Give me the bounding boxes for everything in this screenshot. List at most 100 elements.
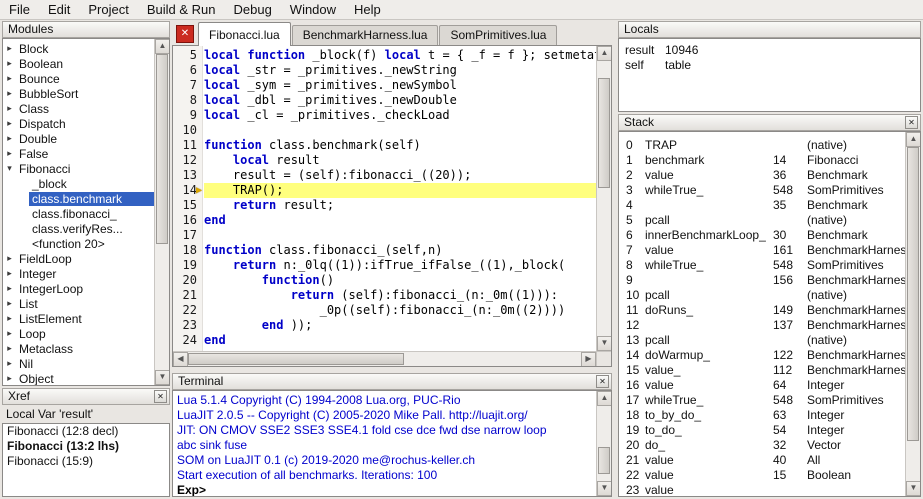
code-line[interactable]: result = (self):fibonacci_((20)); <box>204 168 596 183</box>
tree-item-bounce[interactable]: ▸ Bounce <box>3 71 154 86</box>
tree-item-class[interactable]: ▸ Class <box>3 101 154 116</box>
stack-frame-row[interactable]: 9 156 BenchmarkHarness <box>619 272 905 287</box>
stack-frame-row[interactable]: 19 to_do_ 54 Integer <box>619 422 905 437</box>
code-line[interactable]: function class.benchmark(self) <box>204 138 596 153</box>
tree-collapsed-icon[interactable]: ▸ <box>3 88 16 99</box>
code-line[interactable]: return result; <box>204 198 596 213</box>
close-stack-button[interactable]: ✕ <box>905 116 918 129</box>
stack-frame-row[interactable]: 20 do_ 32 Vector <box>619 437 905 452</box>
scroll-right-button[interactable]: ▶ <box>581 352 596 366</box>
code-line[interactable] <box>204 123 596 138</box>
editor-code-area[interactable]: local function _block(f) local t = { _f … <box>204 46 596 351</box>
tree-item-integer[interactable]: ▸ Integer <box>3 266 154 281</box>
tree-item-object[interactable]: ▸ Object <box>3 371 154 386</box>
locals-row[interactable]: self table <box>619 57 920 72</box>
tree-item-metaclass[interactable]: ▸ Metaclass <box>3 341 154 356</box>
tree-collapsed-icon[interactable]: ▸ <box>3 118 16 129</box>
gutter-line-number[interactable]: 16 <box>173 213 202 228</box>
tree-item-fieldloop[interactable]: ▸ FieldLoop <box>3 251 154 266</box>
scrollbar-track[interactable] <box>906 147 920 481</box>
modules-scrollbar[interactable]: ▲ ▼ <box>154 39 169 385</box>
editor-hscrollbar[interactable]: ◀ ▶ <box>173 351 596 366</box>
stack-frame-row[interactable]: 10 pcall (native) <box>619 287 905 302</box>
xref-panel-titlebar[interactable]: Xref ✕ <box>2 388 170 405</box>
code-line[interactable]: end <box>204 213 596 228</box>
gutter-line-number[interactable]: 14 ▶ <box>173 183 202 198</box>
tree-collapsed-icon[interactable]: ▸ <box>3 103 16 114</box>
scroll-left-button[interactable]: ◀ <box>173 352 188 366</box>
code-line[interactable]: local _dbl = _primitives._newDouble <box>204 93 596 108</box>
xref-item[interactable]: Fibonacci (12:8 decl) <box>3 424 169 439</box>
tree-collapsed-icon[interactable]: ▸ <box>3 133 16 144</box>
stack-frame-row[interactable]: 15 value_ 112 BenchmarkHarness <box>619 362 905 377</box>
gutter-line-number[interactable]: 9 <box>173 108 202 123</box>
tab-somprimitives-lua[interactable]: SomPrimitives.lua <box>439 25 558 45</box>
tree-item-double[interactable]: ▸ Double <box>3 131 154 146</box>
tab-benchmarkharness-lua[interactable]: BenchmarkHarness.lua <box>291 25 439 45</box>
code-line[interactable]: end )); <box>204 318 596 333</box>
menu-item-edit[interactable]: Edit <box>39 0 79 19</box>
tree-collapsed-icon[interactable]: ▸ <box>3 298 16 309</box>
tree-item-class-benchmark[interactable]: class.benchmark <box>3 191 154 206</box>
stack-frame-row[interactable]: 5 pcall (native) <box>619 212 905 227</box>
tree-collapsed-icon[interactable]: ▸ <box>3 73 16 84</box>
tree-item-class-fibonacci[interactable]: class.fibonacci_ <box>3 206 154 221</box>
scrollbar-thumb[interactable] <box>907 147 919 441</box>
tree-item-boolean[interactable]: ▸ Boolean <box>3 56 154 71</box>
scrollbar-track[interactable] <box>597 406 611 481</box>
stack-frame-row[interactable]: 7 value 161 BenchmarkHarness <box>619 242 905 257</box>
tree-item-block[interactable]: _block <box>3 176 154 191</box>
close-document-button[interactable]: ✕ <box>176 25 194 43</box>
gutter-line-number[interactable]: 23 <box>173 318 202 333</box>
gutter-line-number[interactable]: 22 <box>173 303 202 318</box>
tab-fibonacci-lua[interactable]: Fibonacci.lua <box>198 22 291 46</box>
stack-scrollbar[interactable]: ▲ ▼ <box>905 132 920 496</box>
tree-collapsed-icon[interactable]: ▸ <box>3 373 16 384</box>
tree-item-bubblesort[interactable]: ▸ BubbleSort <box>3 86 154 101</box>
code-line[interactable]: local _sym = _primitives._newSymbol <box>204 78 596 93</box>
stack-panel-titlebar[interactable]: Stack ✕ <box>618 114 921 131</box>
terminal-scrollbar[interactable]: ▲ ▼ <box>596 391 611 496</box>
gutter-line-number[interactable]: 21 <box>173 288 202 303</box>
stack-frame-row[interactable]: 17 whileTrue_ 548 SomPrimitives <box>619 392 905 407</box>
code-line[interactable]: local _cl = _primitives._checkLoad <box>204 108 596 123</box>
stack-frame-row[interactable]: 18 to_by_do_ 63 Integer <box>619 407 905 422</box>
stack-frame-row[interactable]: 21 value 40 All <box>619 452 905 467</box>
gutter-line-number[interactable]: 12 <box>173 153 202 168</box>
scrollbar-track[interactable] <box>155 54 169 370</box>
tree-item-integerloop[interactable]: ▸ IntegerLoop <box>3 281 154 296</box>
gutter-line-number[interactable]: 19 <box>173 258 202 273</box>
menu-item-file[interactable]: File <box>0 0 39 19</box>
scroll-up-button[interactable]: ▲ <box>155 39 169 54</box>
scrollbar-thumb[interactable] <box>598 447 610 474</box>
terminal-output[interactable]: Lua 5.1.4 Copyright (C) 1994-2008 Lua.or… <box>173 391 596 496</box>
stack-frame-row[interactable]: 4 35 Benchmark <box>619 197 905 212</box>
stack-frame-row[interactable]: 13 pcall (native) <box>619 332 905 347</box>
stack-frame-row[interactable]: 1 benchmark 14 Fibonacci <box>619 152 905 167</box>
stack-frame-row[interactable]: 12 137 BenchmarkHarness <box>619 317 905 332</box>
menu-item-help[interactable]: Help <box>345 0 390 19</box>
gutter-line-number[interactable]: 8 <box>173 93 202 108</box>
editor-vscrollbar[interactable]: ▲ ▼ <box>596 46 611 351</box>
xref-item[interactable]: Fibonacci (15:9) <box>3 454 169 469</box>
tree-expanded-icon[interactable]: ▾ <box>3 163 16 174</box>
close-xref-button[interactable]: ✕ <box>154 390 167 403</box>
gutter-line-number[interactable]: 17 <box>173 228 202 243</box>
tree-item-function-20[interactable]: <function 20> <box>3 236 154 251</box>
stack-frame-row[interactable]: 0 TRAP (native) <box>619 137 905 152</box>
scrollbar-track[interactable] <box>597 61 611 336</box>
scroll-up-button[interactable]: ▲ <box>597 46 611 61</box>
gutter-line-number[interactable]: 13 <box>173 168 202 183</box>
gutter-line-number[interactable]: 15 <box>173 198 202 213</box>
stack-frame-row[interactable]: 3 whileTrue_ 548 SomPrimitives <box>619 182 905 197</box>
tree-collapsed-icon[interactable]: ▸ <box>3 253 16 264</box>
tree-item-fibonacci[interactable]: ▾ Fibonacci <box>3 161 154 176</box>
tree-item-loop[interactable]: ▸ Loop <box>3 326 154 341</box>
locals-panel-titlebar[interactable]: Locals <box>618 21 921 38</box>
code-line[interactable]: return n:_0lq((1)):ifTrue_ifFalse_((1),_… <box>204 258 596 273</box>
stack-frame-row[interactable]: 6 innerBenchmarkLoop_ 30 Benchmark <box>619 227 905 242</box>
tree-collapsed-icon[interactable]: ▸ <box>3 283 16 294</box>
tree-collapsed-icon[interactable]: ▸ <box>3 358 16 369</box>
menu-item-build-run[interactable]: Build & Run <box>138 0 225 19</box>
stack-frame-row[interactable]: 8 whileTrue_ 548 SomPrimitives <box>619 257 905 272</box>
